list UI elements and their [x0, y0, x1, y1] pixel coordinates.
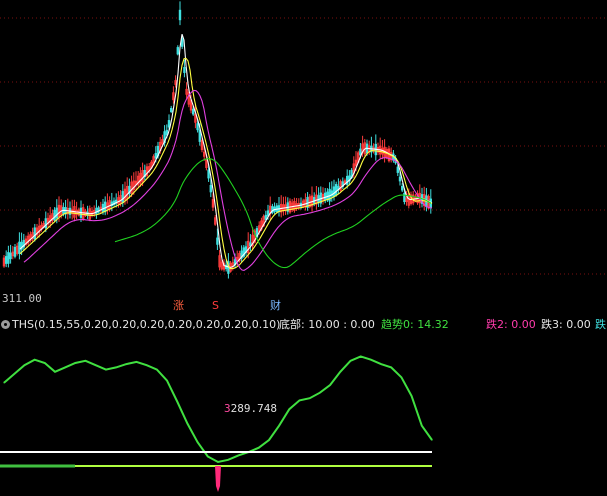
indicator-point: [360, 355, 362, 357]
indicator-point: [135, 361, 138, 363]
indicator-point: [288, 408, 290, 410]
indicator-point: [54, 371, 56, 373]
indicator-panel[interactable]: THS(0.15,55,0.20,0.20,0.20,0.20,0.20,0.2…: [0, 316, 607, 496]
indicator-point: [34, 359, 36, 361]
candle-body: [13, 246, 17, 257]
indicator-value-prefix: 3: [224, 402, 231, 415]
indicator-point: [309, 397, 311, 399]
candle-body: [176, 47, 180, 55]
indicator-point: [390, 366, 392, 368]
indicator-value-text: 289.748: [230, 402, 277, 415]
indicator-chart: [0, 355, 433, 492]
event-tag-sell[interactable]: S: [212, 299, 219, 312]
indicator-point: [23, 364, 25, 366]
indicator-series-line: [3, 355, 433, 464]
indicator-point: [166, 380, 168, 382]
candle-body: [332, 186, 336, 197]
candle-body: [104, 201, 107, 213]
price-axis-label: 311.00: [2, 292, 42, 305]
ma-mid-line: [19, 57, 433, 270]
candle-body: [167, 120, 171, 128]
price-chart: [0, 1, 607, 279]
indicator-point: [278, 425, 280, 427]
candle-body: [165, 129, 169, 136]
indicator-point: [258, 447, 260, 449]
indicator-point: [431, 439, 433, 441]
candle-body: [183, 67, 186, 73]
indicator-point: [95, 364, 97, 366]
ma-trend-line: [114, 158, 432, 269]
candle-body: [55, 207, 59, 219]
candle-body: [216, 237, 219, 245]
indicator-point: [105, 369, 107, 371]
ma-long-line: [23, 89, 433, 271]
indicator-point: [176, 400, 178, 403]
candle-body: [359, 148, 362, 156]
candle-body: [400, 186, 404, 191]
candle-body: [191, 108, 195, 115]
candle-body: [101, 203, 105, 212]
candle-body: [209, 185, 213, 193]
indicator-point: [3, 382, 5, 384]
candle-body: [53, 209, 56, 221]
indicator-point: [349, 360, 352, 362]
indicator-point: [370, 359, 372, 361]
indicator-signal-marker: [215, 466, 221, 492]
price-chart-panel[interactable]: 311.00 涨 S 财: [0, 0, 607, 312]
indicator-point: [207, 455, 209, 458]
indicator-point: [13, 373, 15, 375]
indicator-point: [268, 439, 270, 441]
candle-body: [18, 241, 21, 254]
candle-body: [95, 207, 98, 215]
indicator-point: [197, 441, 199, 443]
indicator-point: [421, 425, 423, 427]
indicator-point: [217, 461, 219, 463]
indicator-point: [186, 422, 188, 425]
candle-body: [44, 218, 48, 229]
indicator-point: [298, 399, 301, 401]
candle-body: [7, 252, 10, 264]
indicator-point: [125, 363, 127, 365]
indicator-point: [319, 392, 321, 394]
event-tag-rise[interactable]: 涨: [173, 299, 184, 312]
candle-body: [178, 9, 182, 21]
indicator-point: [74, 362, 76, 364]
candle-body: [334, 184, 338, 196]
indicator-point: [146, 364, 148, 366]
candle-body: [396, 166, 400, 173]
candle-body: [154, 153, 158, 159]
indicator-point: [380, 363, 382, 365]
indicator-point: [411, 395, 413, 397]
candle-body: [5, 256, 8, 264]
candle-body: [33, 227, 37, 240]
candle-body: [207, 169, 210, 179]
indicator-point: [329, 384, 331, 386]
indicator-point: [400, 376, 402, 378]
candle-body: [398, 176, 402, 182]
event-tag-finance[interactable]: 财: [270, 299, 281, 312]
indicator-point: [84, 360, 87, 362]
candle-body: [121, 191, 125, 203]
indicator-point: [339, 371, 341, 373]
candle-body: [169, 107, 173, 113]
candle-body: [196, 123, 199, 131]
indicator-point: [237, 454, 239, 456]
indicator-point: [156, 369, 158, 371]
indicator-point: [115, 366, 117, 368]
indicator-point: [227, 459, 229, 461]
candle-body: [9, 252, 12, 260]
indicator-point: [44, 362, 46, 364]
indicator-value-label: 3289.748: [224, 402, 277, 415]
indicator-point: [64, 366, 66, 368]
